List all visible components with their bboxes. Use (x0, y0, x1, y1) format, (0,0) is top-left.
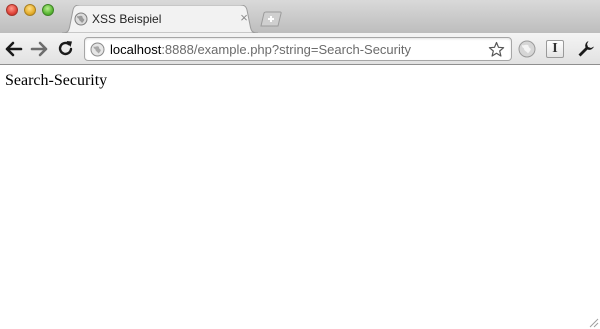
extension-i-label: I (546, 40, 564, 58)
globe-icon (74, 12, 88, 26)
address-bar[interactable]: localhost:8888/example.php?string=Search… (84, 37, 512, 61)
new-tab-button[interactable] (260, 11, 282, 27)
extension-globe-icon[interactable] (517, 39, 537, 59)
star-icon[interactable] (488, 41, 505, 58)
tab-title: XSS Beispiel (92, 12, 162, 26)
url-host: localhost (110, 42, 162, 57)
url-text[interactable]: localhost:8888/example.php?string=Search… (110, 42, 411, 57)
browser-toolbar: localhost:8888/example.php?string=Search… (0, 33, 600, 65)
window-minimize-icon[interactable] (24, 4, 36, 16)
tab-close-icon[interactable]: × (238, 11, 250, 25)
tab-strip: XSS Beispiel × (0, 0, 600, 33)
browser-window: XSS Beispiel × localhost:8888/example.ph… (0, 0, 600, 329)
window-zoom-icon[interactable] (42, 4, 54, 16)
page-content: Search-Security (0, 65, 600, 329)
tab-xss-beispiel[interactable]: XSS Beispiel × (62, 5, 258, 33)
globe-icon (90, 42, 105, 57)
wrench-icon[interactable] (576, 39, 596, 59)
extension-i-button[interactable]: I (545, 39, 565, 59)
reload-icon[interactable] (56, 39, 76, 59)
window-close-icon[interactable] (6, 4, 18, 16)
forward-arrow-icon[interactable] (29, 39, 49, 59)
url-path: :8888/example.php?string=Search-Security (161, 42, 411, 57)
page-body-text: Search-Security (5, 72, 108, 89)
back-arrow-icon[interactable] (4, 39, 24, 59)
resize-grip-icon[interactable] (588, 317, 599, 328)
